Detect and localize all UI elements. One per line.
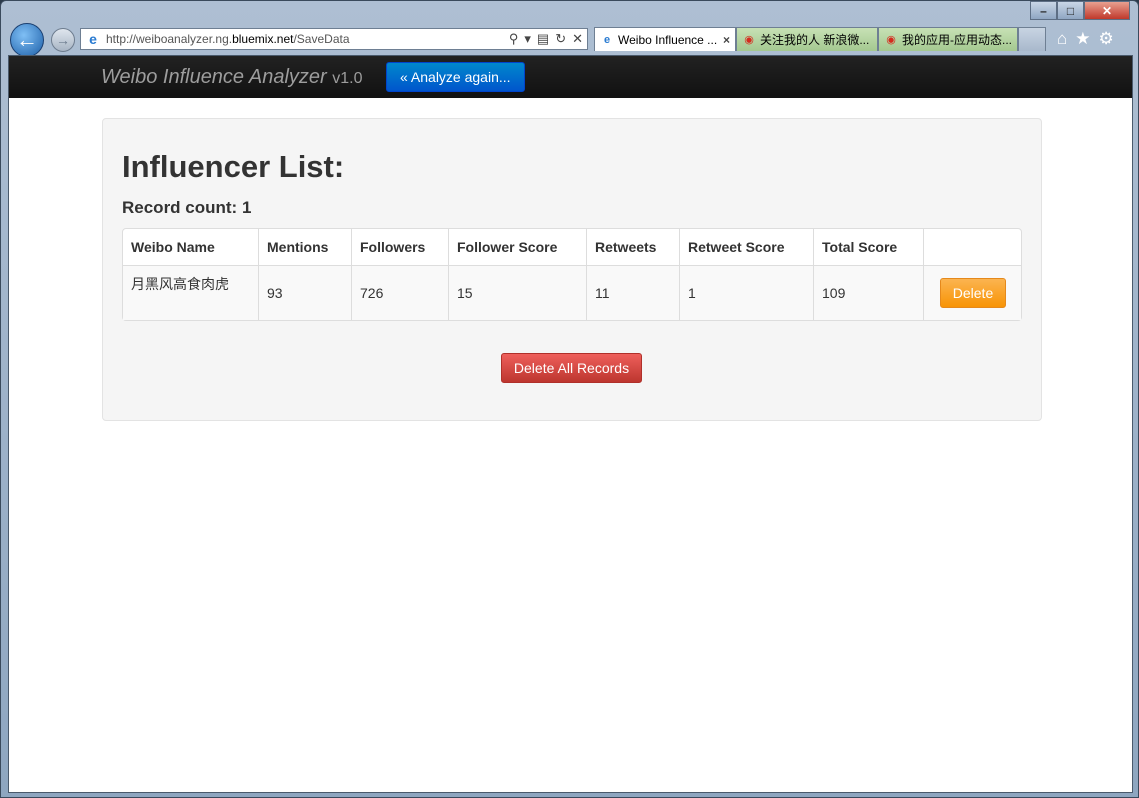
analyze-again-button[interactable]: « Analyze again... (386, 62, 525, 92)
col-retweet-score: Retweet Score (679, 229, 813, 265)
back-button[interactable]: ← (10, 23, 44, 57)
cell-total-score: 109 (813, 265, 923, 320)
window-controls: – □ ✕ (1030, 1, 1130, 20)
url-path: /SaveData (293, 32, 350, 46)
tab-weibo-influence[interactable]: e Weibo Influence ... × (594, 27, 736, 51)
url-prefix: http://weiboanalyzer.ng. (106, 32, 233, 46)
forward-arrow-icon: → (56, 32, 70, 48)
cell-actions: Delete (923, 265, 1021, 320)
compatibility-view-icon[interactable]: ▤ (537, 31, 549, 47)
col-followers: Followers (351, 229, 448, 265)
cell-followers: 726 (351, 265, 448, 320)
delete-all-records-button[interactable]: Delete All Records (501, 353, 642, 383)
back-arrow-icon: ← (16, 27, 38, 52)
weibo-icon: ◉ (744, 33, 754, 46)
tab-strip: e Weibo Influence ... × ◉ 关注我的人 新浪微... ◉… (594, 27, 1046, 51)
tab-followers[interactable]: ◉ 关注我的人 新浪微... (736, 27, 878, 51)
tab-label: 关注我的人 新浪微... (760, 33, 870, 47)
record-count: Record count: 1 (122, 198, 252, 217)
cell-follower-score: 15 (448, 265, 586, 320)
browser-right-tools: ⌂ ★ ⚙ (1057, 29, 1114, 49)
gear-icon[interactable]: ⚙ (1099, 29, 1114, 49)
tab-label: 我的应用-应用动态... (902, 33, 1012, 47)
search-icon[interactable]: ⚲ (509, 31, 519, 47)
refresh-icon[interactable]: ↻ (555, 31, 566, 47)
page-title: Influencer List: (122, 149, 345, 184)
brand[interactable]: Weibo Influence Analyzer v1.0 (101, 66, 363, 89)
home-icon[interactable]: ⌂ (1057, 29, 1067, 49)
address-tools: ⚲ ▾ ▤ ↻ ✕ (509, 31, 583, 47)
cell-weibo-name: 月黑风高食肉虎 (123, 265, 258, 320)
delete-button[interactable]: Delete (940, 278, 1006, 308)
minimize-button[interactable]: – (1030, 1, 1057, 20)
weibo-icon: ◉ (886, 33, 896, 46)
table-header-row: Weibo Name Mentions Followers Follower S… (123, 229, 1021, 265)
ie-icon: e (603, 33, 611, 46)
col-total-score: Total Score (813, 229, 923, 265)
cell-retweet-score: 1 (679, 265, 813, 320)
maximize-button[interactable]: □ (1057, 1, 1084, 20)
brand-name: Weibo Influence Analyzer (101, 66, 327, 88)
influencer-panel: Influencer List: Record count: 1 Weibo N… (102, 118, 1042, 421)
col-weibo-name: Weibo Name (131, 239, 215, 255)
cell-mentions: 93 (258, 265, 351, 320)
new-tab-button[interactable] (1018, 27, 1046, 51)
brand-version: v1.0 (332, 70, 363, 87)
tab-label: Weibo Influence ... (618, 32, 718, 47)
table-row: 月黑风高食肉虎 93 726 15 11 1 109 Delete (123, 265, 1021, 320)
browser-toolbar: ← → e http://weiboanalyzer.ng. bluemix.ne… (1, 23, 1138, 57)
influencer-table: Weibo Name Mentions Followers Follower S… (122, 228, 1022, 321)
cell-retweets: 11 (586, 265, 679, 320)
browser-window: – □ ✕ ← → e http://weiboanalyzer.ng. blue… (0, 0, 1139, 798)
address-bar[interactable]: e http://weiboanalyzer.ng. bluemix.net/Sa… (80, 28, 588, 50)
tab-my-apps[interactable]: ◉ 我的应用-应用动态... (878, 27, 1018, 51)
forward-button[interactable]: → (51, 28, 75, 52)
favorites-star-icon[interactable]: ★ (1075, 29, 1090, 49)
col-actions (923, 229, 1021, 265)
col-follower-score: Follower Score (448, 229, 586, 265)
col-mentions: Mentions (258, 229, 351, 265)
dropdown-icon[interactable]: ▾ (524, 31, 531, 47)
ie-icon: e (89, 31, 97, 47)
col-retweets: Retweets (586, 229, 679, 265)
close-window-button[interactable]: ✕ (1084, 1, 1130, 20)
url-host: bluemix.net (232, 32, 294, 46)
page-viewport: Weibo Influence Analyzer v1.0 « Analyze … (8, 55, 1133, 793)
stop-icon[interactable]: ✕ (572, 31, 583, 47)
navbar: Weibo Influence Analyzer v1.0 « Analyze … (9, 56, 1132, 98)
close-tab-icon[interactable]: × (723, 33, 730, 47)
